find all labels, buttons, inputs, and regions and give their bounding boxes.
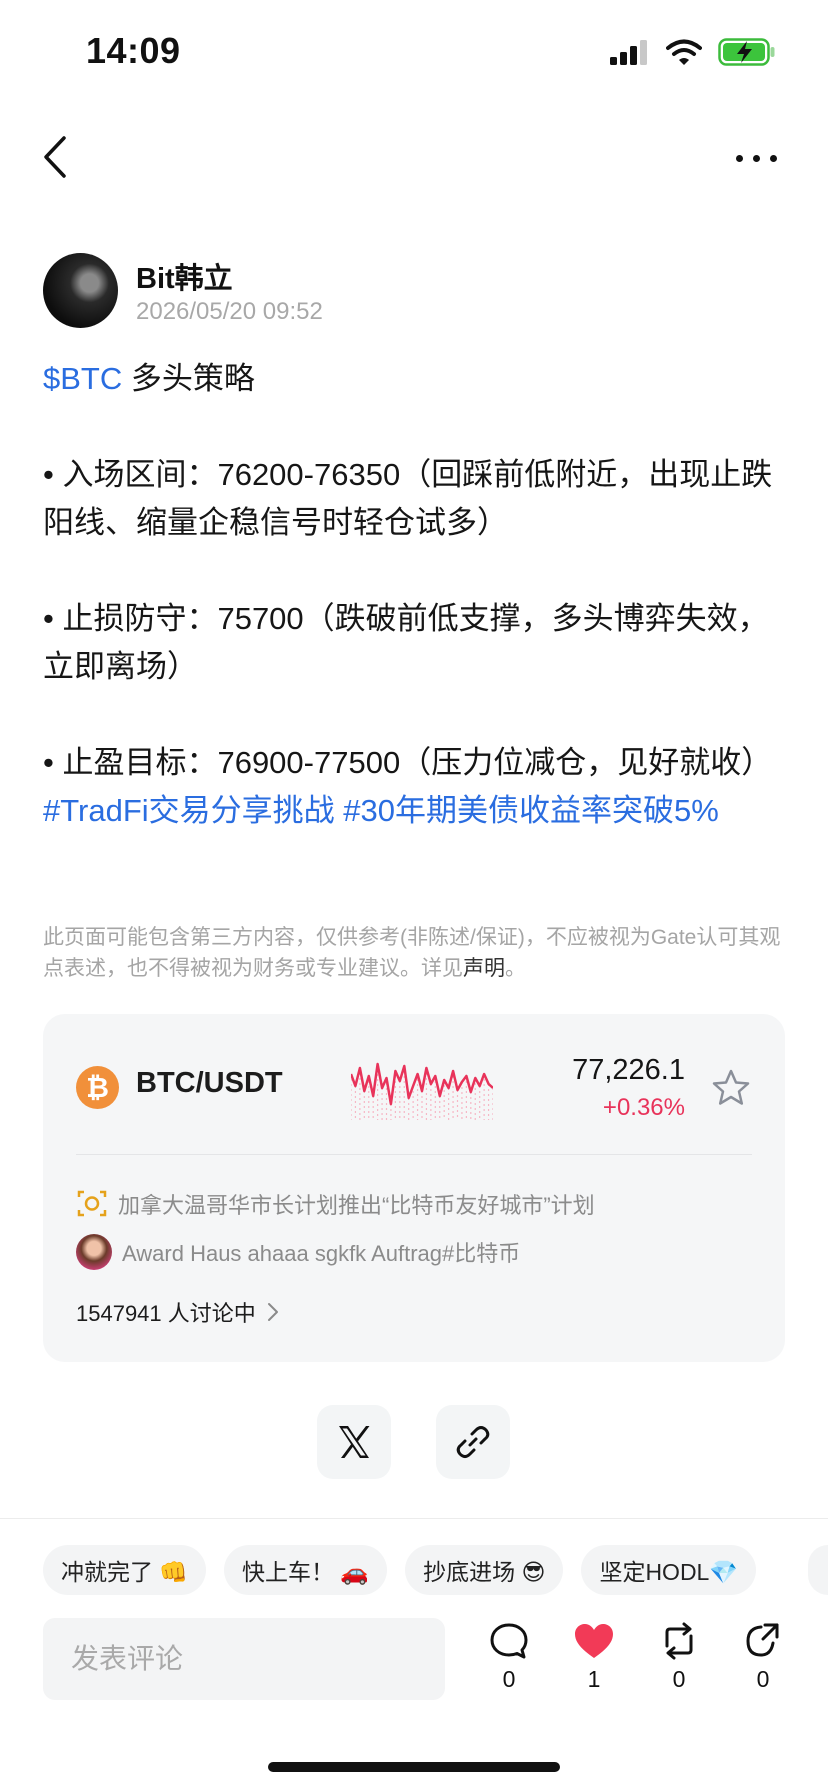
author-avatar[interactable]	[43, 253, 118, 328]
battery-charging-icon	[718, 38, 775, 66]
signal-icon	[610, 40, 647, 65]
card-divider	[76, 1154, 752, 1155]
back-button[interactable]	[40, 132, 70, 182]
disclaimer: 此页面可能包含第三方内容，仅供参考(非陈述/保证)，不应被视为Gate认可其观点…	[43, 922, 783, 984]
more-options-button[interactable]	[736, 148, 784, 168]
share-count: 0	[756, 1666, 770, 1692]
news-text: 加拿大温哥华市长计划推出“比特币友好城市”计划	[118, 1193, 595, 1218]
disclaimer-end: 。	[505, 957, 526, 980]
disclaimer-text: 此页面可能包含第三方内容，仅供参考(非陈述/保证)，不应被视为Gate认可其观点…	[43, 926, 781, 980]
camera-icon	[76, 1188, 108, 1220]
quick-reply-chip-overflow[interactable]	[808, 1545, 828, 1595]
news-item[interactable]: 加拿大温哥华市长计划推出“比特币友好城市”计划	[76, 1188, 595, 1220]
like-count: 1	[587, 1666, 601, 1692]
chevron-left-icon	[44, 136, 66, 178]
status-time: 14:09	[86, 30, 181, 71]
discussion-count: 1547941 人讨论中	[76, 1301, 256, 1326]
comment-bubble-icon	[490, 1623, 528, 1659]
entry-range-text: • 入场区间：76200-76350（回踩前低附近，出现止跌阳线、缩量企稳信号时…	[43, 457, 773, 540]
like-button[interactable]: 1	[564, 1622, 624, 1693]
status-icons	[610, 38, 776, 66]
post-title: 多头策略	[122, 361, 255, 396]
repost-count: 0	[672, 1666, 686, 1692]
wifi-icon	[666, 39, 702, 65]
btc-coin-icon: ₿	[76, 1066, 119, 1109]
comment-input[interactable]	[43, 1618, 445, 1700]
repost-icon	[665, 1622, 693, 1660]
ticker-link[interactable]: $BTC	[43, 361, 122, 396]
comment-button[interactable]: 0	[479, 1622, 539, 1693]
price-change: +0.36%	[602, 1094, 685, 1121]
quick-reply-chip[interactable]: 冲就完了 👊	[43, 1545, 207, 1595]
share-x-button[interactable]	[317, 1405, 391, 1479]
news-text: Award Haus ahaaa sgkfk Auftrag#比特币	[122, 1241, 521, 1266]
disclaimer-link[interactable]: 声明	[463, 957, 505, 980]
news-item[interactable]: Award Haus ahaaa sgkfk Auftrag#比特币	[76, 1234, 520, 1270]
take-profit-text: • 止盈目标：76900-77500（压力位减仓，见好就收）	[43, 745, 773, 780]
more-dot-icon	[753, 154, 760, 162]
stop-loss-text: • 止损防守：75700（跌破前低支撑，多头博弈失效，立即离场）	[43, 601, 769, 684]
comment-count: 0	[502, 1666, 516, 1692]
x-logo-icon	[339, 1426, 370, 1458]
quick-reply-chip[interactable]: 抄底进场 😎	[405, 1545, 564, 1595]
repost-button[interactable]: 0	[649, 1622, 709, 1693]
last-price: 77,226.1	[572, 1054, 685, 1086]
price-sparkline	[351, 1062, 493, 1120]
hashtag-link[interactable]: #TradFi交易分享挑战	[43, 793, 335, 828]
more-dot-icon	[736, 154, 743, 162]
star-icon	[712, 1069, 750, 1105]
user-avatar	[76, 1234, 112, 1270]
favorite-button[interactable]	[711, 1068, 751, 1108]
post-content: $BTC 多头策略 • 入场区间：76200-76350（回踩前低附近，出现止跌…	[43, 355, 783, 835]
bottom-divider	[0, 1518, 828, 1519]
discussion-link[interactable]: 1547941 人讨论中	[76, 1296, 280, 1328]
trading-pair[interactable]: BTC/USDT	[136, 1067, 283, 1100]
take-profit-line: • 止盈目标：76900-77500（压力位减仓，见好就收） #TradFi交易分…	[43, 739, 783, 835]
home-indicator	[268, 1762, 560, 1772]
post-title-line: $BTC 多头策略	[43, 355, 783, 403]
post-timestamp: 2026/05/20 09:52	[136, 298, 323, 325]
quick-reply-chip[interactable]: 坚定HODL💎	[581, 1545, 756, 1595]
hashtag-link[interactable]: #30年期美债收益率突破5%	[343, 793, 719, 828]
quick-reply-list: 冲就完了 👊 快上车！ 🚗 抄底进场 😎 坚定HODL💎	[43, 1545, 756, 1595]
author-name[interactable]: Bit韩立	[136, 255, 233, 297]
chevron-right-icon	[267, 1303, 278, 1321]
more-dot-icon	[770, 154, 777, 162]
link-icon	[456, 1426, 490, 1458]
share-arrow-icon	[746, 1623, 779, 1657]
heart-icon	[575, 1624, 613, 1658]
share-button[interactable]: 0	[733, 1622, 793, 1693]
copy-link-button[interactable]	[436, 1405, 510, 1479]
market-card[interactable]: ₿ BTC/USDT 77,226.1 +0.36% 加拿大温哥华市长计划推出“…	[43, 1014, 785, 1362]
quick-reply-chip[interactable]: 快上车！ 🚗	[224, 1545, 388, 1595]
